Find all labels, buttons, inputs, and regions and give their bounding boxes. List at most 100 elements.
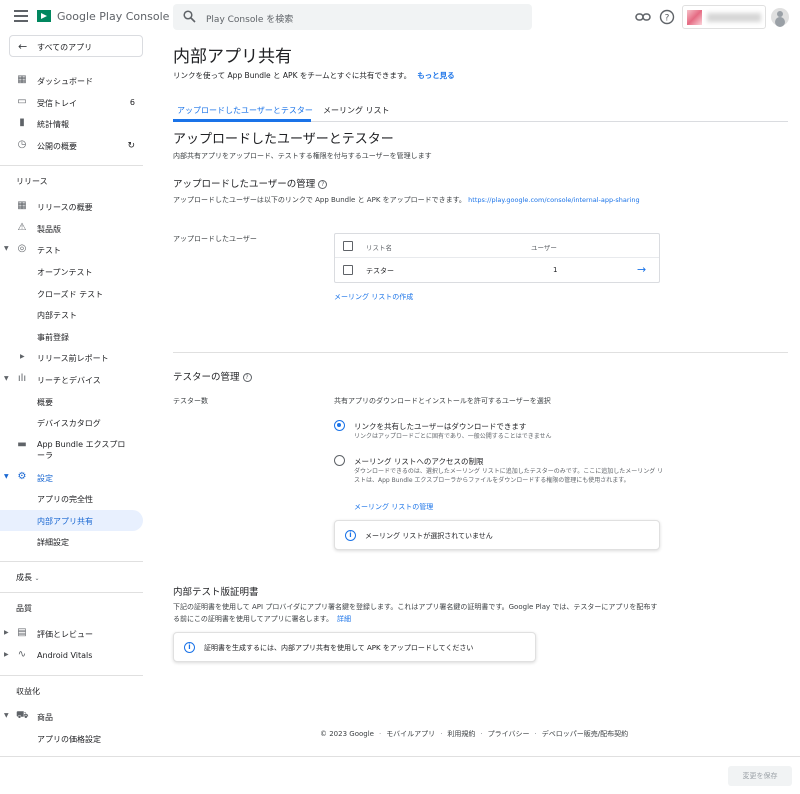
details-link[interactable]: 詳細 — [337, 615, 351, 623]
search-input[interactable]: Play Console を検索 — [173, 4, 532, 30]
sidebar-item-pre-launch-report[interactable]: ▶ リリース前レポート — [0, 347, 143, 368]
learn-more-link[interactable]: もっと見る — [417, 71, 455, 80]
developer-name-redacted — [707, 13, 761, 22]
testers-title: テスターの管理? — [173, 369, 252, 383]
option-link-sharing-title: リンクを共有したユーザーはダウンロードできます — [354, 422, 527, 431]
chevron-down-icon: ▼ — [4, 473, 9, 480]
upload-url-link[interactable]: https://play.google.com/console/internal… — [468, 196, 639, 204]
section-title: アップロードしたユーザーとテスター — [173, 132, 394, 147]
sidebar-item-label: 受信トレイ — [37, 99, 77, 108]
no-mailing-list-banner: i メーリング リストが選択されていません — [334, 520, 660, 550]
developer-logo — [687, 10, 702, 25]
sidebar-item-label: 詳細設定 — [37, 538, 69, 547]
sidebar-item-internal-app-sharing[interactable]: 内部アプリ共有 — [0, 510, 143, 531]
uploaders-title: アップロードしたユーザーの管理? — [173, 176, 328, 190]
create-mailing-list-link[interactable]: メーリング リストの作成 — [334, 292, 413, 302]
section-description: 内部共有アプリをアップロード、テストする権限を付与するユーザーを管理します — [173, 152, 432, 160]
sidebar-item-inbox[interactable]: ▭ 受信トレイ 6 — [0, 92, 143, 113]
all-apps-label: すべてのアプリ — [37, 43, 93, 52]
help-icon[interactable]: ? — [659, 9, 675, 25]
brand-name[interactable]: Google Play Console — [57, 10, 169, 23]
sidebar-item-closed-testing[interactable]: クローズド テスト — [0, 283, 143, 304]
sidebar-item-ratings-reviews[interactable]: ▶ ▤ 評価とレビュー — [0, 623, 143, 644]
chevron-down-icon: ▼ — [4, 245, 9, 252]
sidebar-item-label: App Bundle エクスプローラ — [37, 440, 126, 460]
chevron-right-icon: ▶ — [4, 651, 9, 658]
divider — [173, 352, 788, 353]
active-tab-indicator — [173, 119, 311, 122]
footer-link-terms[interactable]: 利用規約 — [447, 730, 475, 738]
sync-icon: ↻ — [127, 141, 135, 151]
section-label-growth[interactable]: 成長 ⌄ — [16, 572, 40, 583]
sidebar-item-label: 公開の概要 — [37, 142, 77, 151]
all-apps-button[interactable]: ← すべてのアプリ — [9, 35, 143, 57]
sidebar-item-reach-overview[interactable]: 概要 — [0, 391, 143, 412]
cert-description: 下記の証明書を使用して API プロバイダにアプリ署名鍵を登録します。これはアプ… — [173, 601, 663, 625]
sidebar-item-open-testing[interactable]: オープンテスト — [0, 261, 143, 282]
cert-desc-text: 下記の証明書を使用して API プロバイダにアプリ署名鍵を登録します。これはアプ… — [173, 603, 658, 623]
sidebar-item-label: リリースの概要 — [37, 203, 93, 212]
divider — [0, 561, 143, 562]
sidebar-item-app-pricing[interactable]: アプリの価格設定 — [0, 728, 143, 749]
sidebar-item-label: アプリの完全性 — [37, 495, 93, 504]
chevron-down-icon: ▼ — [4, 375, 9, 382]
divider — [0, 675, 143, 676]
sidebar-item-android-vitals[interactable]: ▶ ∿ Android Vitals — [0, 645, 143, 666]
sidebar-item-label: ダッシュボード — [37, 77, 93, 86]
page-title: 内部アプリ共有 — [173, 47, 292, 67]
vitals-icon: ∿ — [17, 649, 27, 660]
sidebar-item-advanced-settings[interactable]: 詳細設定 — [0, 531, 143, 552]
tab-mailing-lists[interactable]: メーリング リスト — [323, 105, 390, 116]
sidebar-item-statistics[interactable]: ▮ 統計情報 — [0, 113, 143, 134]
help-icon[interactable]: ? — [318, 180, 328, 189]
account-switcher[interactable] — [682, 5, 766, 29]
select-all-checkbox[interactable] — [343, 241, 353, 251]
column-header-list-name: リスト名 — [366, 244, 392, 252]
radio-mailing-list-restrict[interactable] — [334, 455, 345, 466]
radio-link-sharing[interactable] — [334, 420, 345, 431]
sidebar-item-setup[interactable]: ▼ ⚙ 設定 — [0, 467, 143, 488]
chevron-down-icon: ▼ — [4, 712, 9, 719]
sidebar-item-app-integrity[interactable]: アプリの完全性 — [0, 488, 143, 509]
arrow-forward-icon[interactable]: → — [637, 263, 646, 276]
sidebar-item-label: 内部テスト — [37, 311, 77, 320]
sidebar-item-internal-testing[interactable]: 内部テスト — [0, 304, 143, 325]
section-label-release: リリース — [16, 177, 48, 186]
tab-uploaders-testers[interactable]: アップロードしたユーザーとテスター — [177, 105, 313, 116]
sidebar-item-label: デバイスカタログ — [37, 419, 101, 428]
sidebar-item-products[interactable]: ▼ ⛟ 商品 — [0, 706, 143, 727]
sidebar-item-app-bundle-explorer[interactable]: ▬ App Bundle エクスプローラ — [0, 435, 143, 463]
sidebar-item-release-overview[interactable]: ▦ リリースの概要 — [0, 196, 143, 217]
footer-link-privacy[interactable]: プライバシー — [488, 730, 530, 738]
info-icon: i — [345, 530, 356, 541]
table-row[interactable]: テスター 1 → — [335, 258, 659, 282]
sidebar-item-label: クローズド テスト — [37, 290, 104, 299]
footer-link-mobile-app[interactable]: モバイルアプリ — [386, 730, 435, 738]
cert-info-banner: i 証明書を生成するには、内部アプリ共有を使用して APK をアップロードしてく… — [173, 632, 536, 662]
sidebar-item-testing[interactable]: ▼ ◎ テスト — [0, 239, 143, 260]
sidebar-item-pre-registration[interactable]: 事前登録 — [0, 326, 143, 347]
sidebar-item-dashboard[interactable]: ▦ ダッシュボード — [0, 70, 143, 91]
sidebar-item-label: テスト — [37, 246, 61, 255]
row-checkbox[interactable] — [343, 265, 353, 275]
divider — [0, 592, 143, 593]
option-mailing-list-desc: ダウンロードできるのは、選択したメーリング リストに追加したテスターのみです。こ… — [354, 468, 664, 484]
testing-icon: ◎ — [17, 243, 27, 254]
help-icon[interactable]: ? — [242, 373, 252, 382]
manage-mailing-lists-link[interactable]: メーリング リストの管理 — [354, 502, 433, 512]
sidebar-item-label: 事前登録 — [37, 333, 69, 342]
section-label-monetize: 収益化 — [16, 687, 40, 696]
sidebar-item-production[interactable]: ⚠ 製品版 — [0, 218, 143, 239]
sidebar-item-reach-devices[interactable]: ▼ ılı リーチとデバイス — [0, 369, 143, 390]
link-icon[interactable] — [635, 9, 651, 25]
sidebar-item-device-catalog[interactable]: デバイスカタログ — [0, 412, 143, 433]
section-label-quality: 品質 — [16, 604, 32, 613]
dashboard-icon: ▦ — [17, 74, 27, 85]
avatar[interactable] — [771, 8, 789, 26]
footer-link-dda[interactable]: デベロッパー販売/配布契約 — [542, 730, 628, 738]
sidebar-item-publishing-overview[interactable]: ◷ 公開の概要 ↻ — [0, 135, 143, 156]
uploaders-field-label: アップロードしたユーザー — [173, 235, 257, 243]
sidebar: ← すべてのアプリ ▦ ダッシュボード ▭ 受信トレイ 6 ▮ 統計情報 ◷ 公… — [0, 34, 150, 794]
save-button[interactable]: 変更を保存 — [728, 766, 792, 786]
menu-icon[interactable] — [14, 10, 28, 22]
